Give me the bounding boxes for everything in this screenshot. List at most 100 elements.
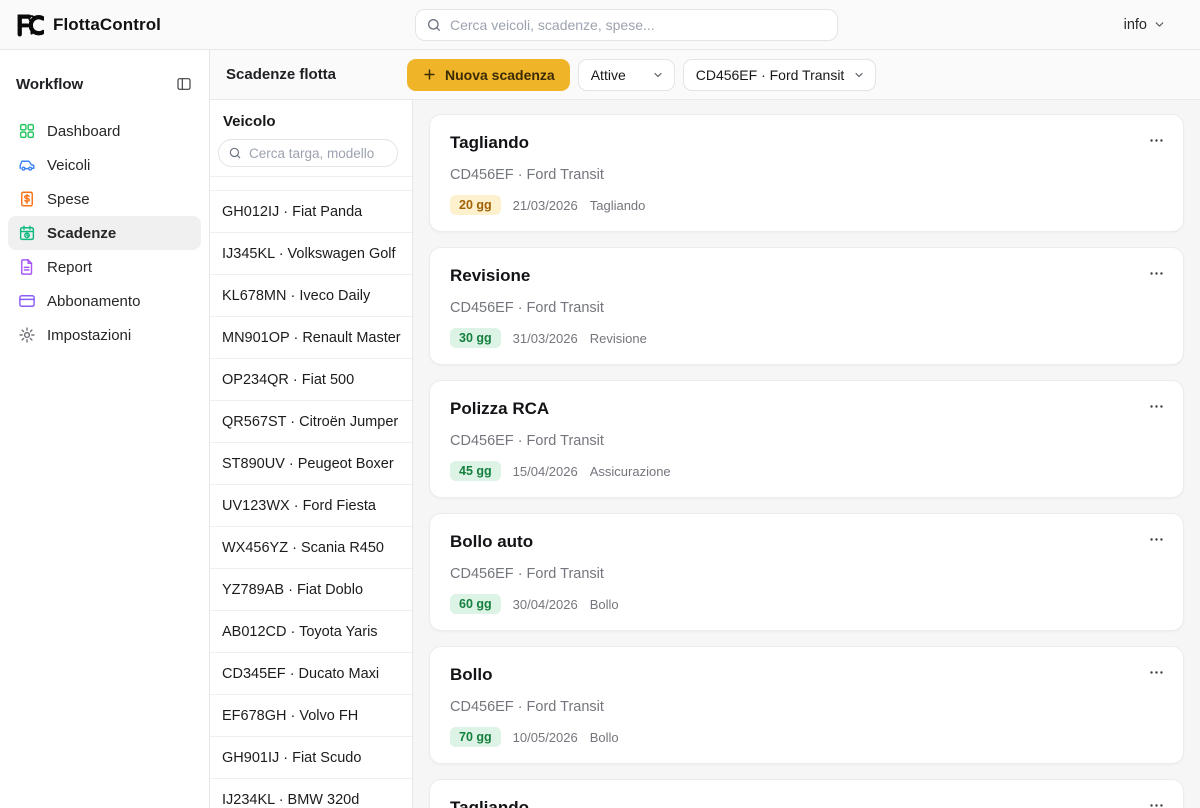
ellipsis-icon	[1148, 132, 1165, 149]
deadline-date: 10/05/2026	[513, 730, 578, 745]
sidebar-item-report[interactable]: Report	[8, 250, 201, 284]
vehicle-list-item[interactable]: IJ345KL · Volkswagen Golf	[210, 233, 412, 275]
ellipsis-icon	[1148, 265, 1165, 282]
sidebar-item-impostazioni[interactable]: Impostazioni	[8, 318, 201, 352]
report-document-icon	[18, 258, 36, 276]
vehicle-list-item[interactable]: GH901IJ · Fiat Scudo	[210, 737, 412, 779]
vehicle-list-item[interactable]: OP234QR · Fiat 500	[210, 359, 412, 401]
sidebar-item-label: Dashboard	[47, 123, 120, 140]
deadline-vehicle: CD456EF · Ford Transit	[450, 300, 1163, 316]
vehicle-list-item[interactable]: CD345EF · Ducato Maxi	[210, 653, 412, 695]
vehicle-list-item[interactable]: MN901OP · Renault Master	[210, 317, 412, 359]
vehicle-list-item[interactable]: UV123WX · Ford Fiesta	[210, 485, 412, 527]
card-menu-button[interactable]	[1143, 528, 1169, 550]
sidebar-item-abbonamento[interactable]: Abbonamento	[8, 284, 201, 318]
deadlines-toolbar: Scadenze flotta Nuova scadenza Attive CD…	[210, 50, 1200, 100]
vehicle-search-input[interactable]	[218, 139, 398, 167]
chevron-down-icon	[1153, 18, 1166, 31]
deadline-title: Bollo auto	[450, 532, 1163, 552]
ellipsis-icon	[1148, 664, 1165, 681]
vehicle-list-item[interactable]: GH012IJ · Fiat Panda	[210, 191, 412, 233]
sidebar-collapse-button[interactable]	[174, 74, 194, 94]
deadline-category: Tagliando	[590, 198, 646, 213]
days-remaining-badge: 60 gg	[450, 594, 501, 614]
deadline-title: Polizza RCA	[450, 399, 1163, 419]
sidebar-item-dashboard[interactable]: Dashboard	[8, 114, 201, 148]
account-menu[interactable]: info	[1124, 17, 1166, 33]
search-icon	[228, 146, 242, 160]
deadline-card: Polizza RCA CD456EF · Ford Transit 45 gg 15…	[429, 380, 1184, 498]
vehicle-panel: Veicolo GH012IJ · Fiat PandaIJ345KL · Vo…	[210, 100, 413, 808]
sidebar-item-label: Scadenze	[47, 225, 116, 242]
vehicle-list-item[interactable]: EF678GH · Volvo FH	[210, 695, 412, 737]
calendar-clock-icon	[18, 224, 36, 242]
card-menu-button[interactable]	[1143, 129, 1169, 151]
sidebar: Workflow DashboardVeicoliSpeseScadenzeRe…	[0, 50, 210, 808]
page-title: Scadenze flotta	[226, 66, 399, 83]
sidebar-item-scadenze[interactable]: Scadenze	[8, 216, 201, 250]
deadline-category: Assicurazione	[590, 464, 671, 479]
vehicle-list: GH012IJ · Fiat PandaIJ345KL · Volkswagen…	[210, 191, 412, 808]
plus-icon	[422, 67, 437, 82]
deadline-meta: 60 gg30/04/2026Bollo	[450, 594, 1163, 614]
brand-logo: FlottaControl	[16, 13, 161, 37]
deadline-card: Bollo autoCD456EF · Ford Transit60 gg30/…	[429, 513, 1184, 631]
sidebar-item-spese[interactable]: Spese	[8, 182, 201, 216]
vehicle-search	[218, 139, 398, 167]
global-search	[415, 9, 838, 41]
card-menu-button[interactable]	[1143, 794, 1169, 808]
dashboard-grid-icon	[18, 122, 36, 140]
days-remaining-badge: 70 gg	[450, 727, 501, 747]
deadline-title: Bollo	[450, 665, 1163, 685]
days-remaining-badge: 20 gg	[450, 195, 501, 215]
sidebar-item-label: Veicoli	[47, 157, 90, 174]
deadline-vehicle: CD456EF · Ford Transit	[450, 167, 1163, 183]
sidebar-item-label: Abbonamento	[47, 293, 140, 310]
vehicle-list-item[interactable]: WX456YZ · Scania R450	[210, 527, 412, 569]
deadline-meta: 20 gg 21/03/2026 Tagliando	[450, 195, 1163, 215]
new-deadline-button[interactable]: Nuova scadenza	[407, 59, 570, 91]
deadline-date: 31/03/2026	[513, 331, 578, 346]
credit-card-icon	[18, 292, 36, 310]
top-header: FlottaControl info	[0, 0, 1200, 50]
vehicle-list-item[interactable]: KL678MN · Iveco Daily	[210, 275, 412, 317]
vehicle-list-item[interactable]: ST890UV · Peugeot Boxer	[210, 443, 412, 485]
content-area: Scadenze flotta Nuova scadenza Attive CD…	[210, 50, 1200, 808]
deadline-date: 15/04/2026	[513, 464, 578, 479]
card-menu-button[interactable]	[1143, 395, 1169, 417]
days-remaining-badge: 45 gg	[450, 461, 501, 481]
deadline-category: Bollo	[590, 730, 619, 745]
sidebar-item-label: Report	[47, 259, 92, 276]
deadline-title: Revisione	[450, 266, 1163, 286]
vehicle-list-item[interactable]: IJ234KL · BMW 320d	[210, 779, 412, 808]
deadline-card: Bollo CD456EF · Ford Transit 70 gg 10/05/20…	[429, 646, 1184, 764]
gear-icon	[18, 326, 36, 344]
status-filter-select[interactable]: Attive	[578, 59, 675, 91]
vehicle-list-item[interactable]: AB012CD · Toyota Yaris	[210, 611, 412, 653]
deadline-card: Revisione CD456EF · Ford Transit 30 gg31/0…	[429, 247, 1184, 365]
card-menu-button[interactable]	[1143, 661, 1169, 683]
deadline-vehicle: CD456EF · Ford Transit	[450, 433, 1163, 449]
chevron-down-icon	[853, 69, 865, 81]
vehicle-list-item[interactable]: YZ789AB · Fiat Doblo	[210, 569, 412, 611]
deadline-vehicle: CD456EF · Ford Transit	[450, 699, 1163, 715]
deadline-date: 30/04/2026	[513, 597, 578, 612]
sidebar-item-veicoli[interactable]: Veicoli	[8, 148, 201, 182]
deadline-title: Tagliando	[450, 798, 1163, 808]
deadline-title: Tagliando	[450, 133, 1163, 153]
card-menu-button[interactable]	[1143, 262, 1169, 284]
deadline-list: Tagliando CD456EF · Ford Transit 20 gg 21/0…	[413, 100, 1200, 808]
vehicle-row-partial	[210, 177, 412, 191]
vehicle-filter-select[interactable]: CD456EF · Ford Transit	[683, 59, 876, 91]
deadline-date: 21/03/2026	[513, 198, 578, 213]
vehicle-list-item[interactable]: QR567ST · Citroën Jumper	[210, 401, 412, 443]
sidebar-nav: Dashboard Veicoli Spese Scadenze Report Abbon…	[0, 100, 209, 352]
deadline-meta: 30 gg31/03/2026Revisione	[450, 328, 1163, 348]
receipt-icon	[18, 190, 36, 208]
sidebar-item-label: Impostazioni	[47, 327, 131, 344]
account-menu-label: info	[1124, 17, 1147, 33]
global-search-input[interactable]	[415, 9, 838, 41]
ellipsis-icon	[1148, 531, 1165, 548]
brand-name: FlottaControl	[53, 15, 161, 35]
vehicle-panel-title: Veicolo	[210, 100, 412, 139]
